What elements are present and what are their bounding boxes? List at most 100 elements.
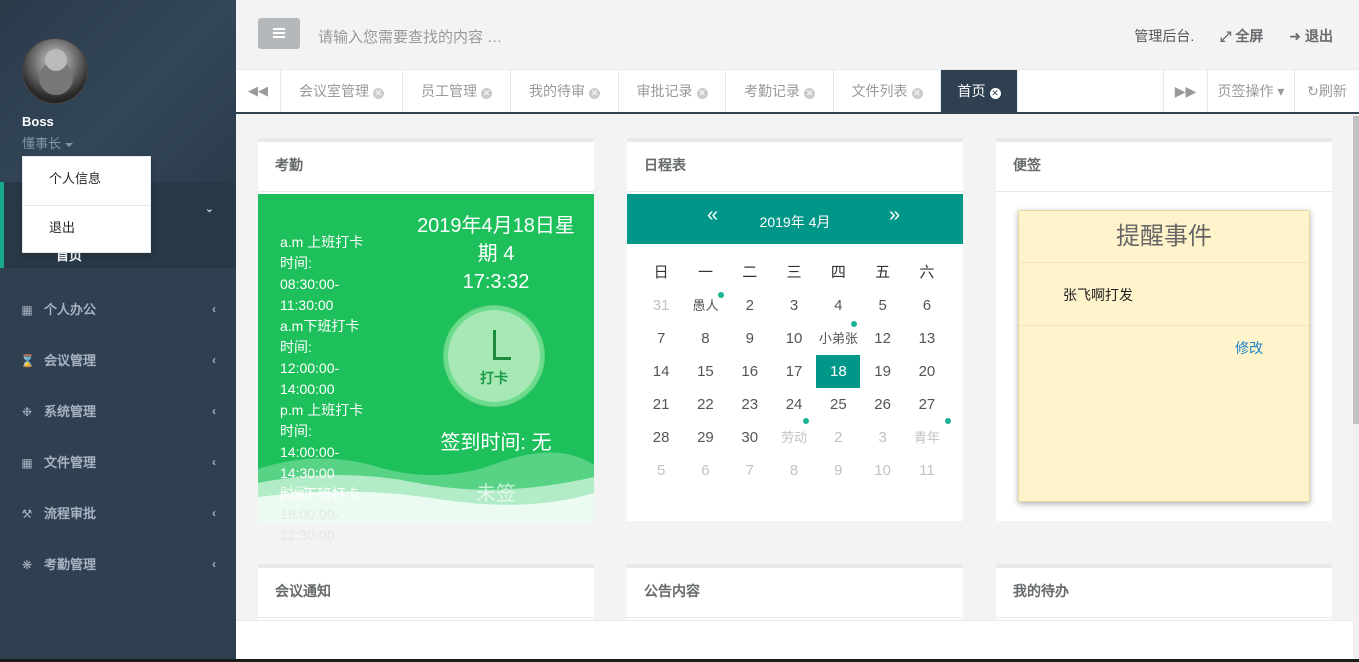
tab-meeting-room[interactable]: 会议室管理 ✕	[281, 70, 403, 112]
calendar-day[interactable]: 14	[639, 355, 683, 388]
date-line: 2019年4月18日星	[417, 215, 575, 237]
calendar-week-row: 21 22 23 24 25 26 27	[639, 388, 952, 424]
calendar-year-month: 2019年 4月	[759, 214, 831, 230]
calendar-day[interactable]: 4	[816, 289, 860, 322]
calendar-day[interactable]: 28	[639, 421, 683, 454]
tabs-scroll-left-button[interactable]: ◀◀	[236, 70, 281, 112]
scrollbar-thumb[interactable]	[1353, 116, 1359, 424]
calendar-day[interactable]: 17	[772, 355, 816, 388]
tab-my-review[interactable]: 我的待审 ✕	[511, 70, 619, 112]
sidebar-item-system[interactable]: ❉ 系统管理 ‹	[0, 386, 236, 437]
calendar-day[interactable]: 劳动	[772, 421, 816, 454]
tab-approval-records[interactable]: 审批记录 ✕	[619, 70, 726, 112]
admin-link[interactable]: 管理后台.	[1134, 28, 1194, 44]
tab-file-list[interactable]: 文件列表 ✕	[834, 70, 941, 112]
calendar-day[interactable]: 2	[816, 421, 860, 454]
calendar-day[interactable]: 19	[860, 355, 904, 388]
sidebar-item-personal-office[interactable]: ▦ 个人办公 ‹	[0, 284, 236, 335]
menu-item-logout[interactable]: 退出	[23, 206, 150, 254]
vertical-scrollbar[interactable]	[1353, 116, 1359, 662]
calendar-day[interactable]: 25	[816, 388, 860, 421]
note-edit-link[interactable]: 修改	[1235, 338, 1263, 358]
calendar-day[interactable]: 6	[683, 454, 727, 487]
calendar-day[interactable]: 27	[905, 388, 952, 424]
menu-toggle-button[interactable]	[258, 18, 300, 49]
close-icon[interactable]: ✕	[911, 88, 923, 99]
calendar-header: « 2019年 4月 »	[627, 194, 963, 244]
chevron-left-icon: ‹	[212, 404, 216, 418]
calendar-day[interactable]: 10	[860, 454, 904, 487]
avatar[interactable]	[22, 38, 88, 104]
close-icon[interactable]: ✕	[989, 88, 1001, 99]
close-icon[interactable]: ✕	[804, 88, 815, 99]
menu-item-profile[interactable]: 个人信息	[23, 157, 150, 205]
calendar-day[interactable]: 7	[728, 454, 772, 487]
close-icon[interactable]: ✕	[696, 88, 708, 99]
calendar-day[interactable]: 9	[816, 454, 860, 487]
calendar-day[interactable]: 15	[683, 355, 727, 388]
page-ops-dropdown[interactable]: 页签操作 ▾	[1207, 70, 1294, 112]
calendar-day[interactable]: 青年	[905, 421, 949, 454]
calendar-day[interactable]: 3	[772, 289, 816, 322]
close-icon[interactable]: ✕	[589, 88, 600, 99]
calendar-day[interactable]: 6	[905, 289, 949, 322]
calendar-day[interactable]: 2	[728, 289, 772, 322]
sidebar-item-attendance[interactable]: ❋ 考勤管理 ‹	[0, 539, 236, 590]
calendar-day[interactable]: 30	[728, 421, 772, 454]
user-dropdown-menu: 个人信息 退出	[22, 156, 151, 253]
calendar-week-row: 5 6 7 8 9 10 11	[639, 454, 949, 487]
calendar-day[interactable]: 8	[772, 454, 816, 487]
tabs-scroll-right-button[interactable]: ▶▶	[1163, 70, 1207, 112]
tab-employee[interactable]: 员工管理 ✕	[403, 70, 511, 112]
tab-attendance-records[interactable]: 考勤记录 ✕	[726, 70, 834, 112]
calendar-day[interactable]: 20	[905, 355, 949, 388]
close-icon[interactable]: ✕	[373, 88, 384, 99]
tab-home[interactable]: 首页 ✕	[941, 70, 1018, 112]
user-name: Boss	[22, 114, 54, 129]
calendar-day[interactable]: 23	[728, 388, 772, 421]
calendar-day[interactable]: 21	[639, 388, 683, 421]
calendar-day[interactable]: 26	[860, 388, 904, 421]
chevron-left-icon: ‹	[212, 506, 216, 520]
sidebar-item-meeting[interactable]: ⌛ 会议管理 ‹	[0, 335, 236, 386]
clock-minute-hand	[493, 357, 511, 360]
chevron-left-icon: ‹	[212, 557, 216, 571]
calendar-day[interactable]: 22	[683, 388, 727, 421]
calendar-day[interactable]: 8	[683, 322, 727, 355]
user-role: 懂事长	[22, 136, 62, 151]
punch-clock-button[interactable]: 打卡	[444, 306, 544, 406]
expand-icon: ⤢	[1220, 28, 1232, 44]
calendar-next-button[interactable]: »	[889, 204, 900, 227]
calendar-day[interactable]: 31	[639, 289, 683, 322]
weekday-label: 六	[919, 264, 935, 281]
calendar-day[interactable]: 5	[639, 454, 683, 487]
user-role-toggle[interactable]: 懂事长	[22, 133, 236, 152]
clock-hour-hand	[493, 330, 496, 360]
logout-button[interactable]: ➜ 退出	[1289, 28, 1333, 44]
weekday-label: 日	[653, 264, 669, 281]
sidebar-item-label: 流程审批	[44, 506, 97, 521]
calendar-day[interactable]: 24	[772, 388, 816, 424]
calendar-day[interactable]: 11	[905, 454, 949, 487]
schedule-line: 14:30:00	[280, 465, 335, 481]
calendar-day[interactable]: 小弟张	[816, 321, 860, 355]
calendar-day[interactable]: 愚人	[683, 289, 727, 322]
calendar-day[interactable]: 16	[728, 355, 772, 388]
close-icon[interactable]: ✕	[481, 88, 492, 99]
calendar-day[interactable]: 9	[728, 322, 772, 355]
calendar-day[interactable]: 3	[860, 421, 904, 454]
calendar-day[interactable]: 5	[860, 289, 904, 322]
sidebar-item-files[interactable]: ▦ 文件管理 ‹	[0, 437, 236, 488]
calendar-day-today[interactable]: 18	[816, 355, 861, 388]
calendar-day[interactable]: 7	[639, 322, 683, 355]
calendar-day[interactable]: 10	[772, 322, 816, 355]
sidebar-item-approval[interactable]: ⚒ 流程审批 ‹	[0, 488, 236, 539]
calendar-day[interactable]: 12	[860, 322, 904, 355]
fullscreen-button[interactable]: ⤢ 全屏	[1220, 28, 1263, 44]
profile-area: Boss 懂事长	[0, 0, 236, 182]
refresh-button[interactable]: ↻刷新	[1294, 70, 1359, 112]
refresh-icon: ↻	[1307, 83, 1319, 99]
search-input[interactable]: 请输入您需要查找的内容 …	[318, 26, 502, 47]
calendar-day[interactable]: 29	[683, 421, 727, 454]
calendar-day[interactable]: 13	[905, 322, 949, 355]
